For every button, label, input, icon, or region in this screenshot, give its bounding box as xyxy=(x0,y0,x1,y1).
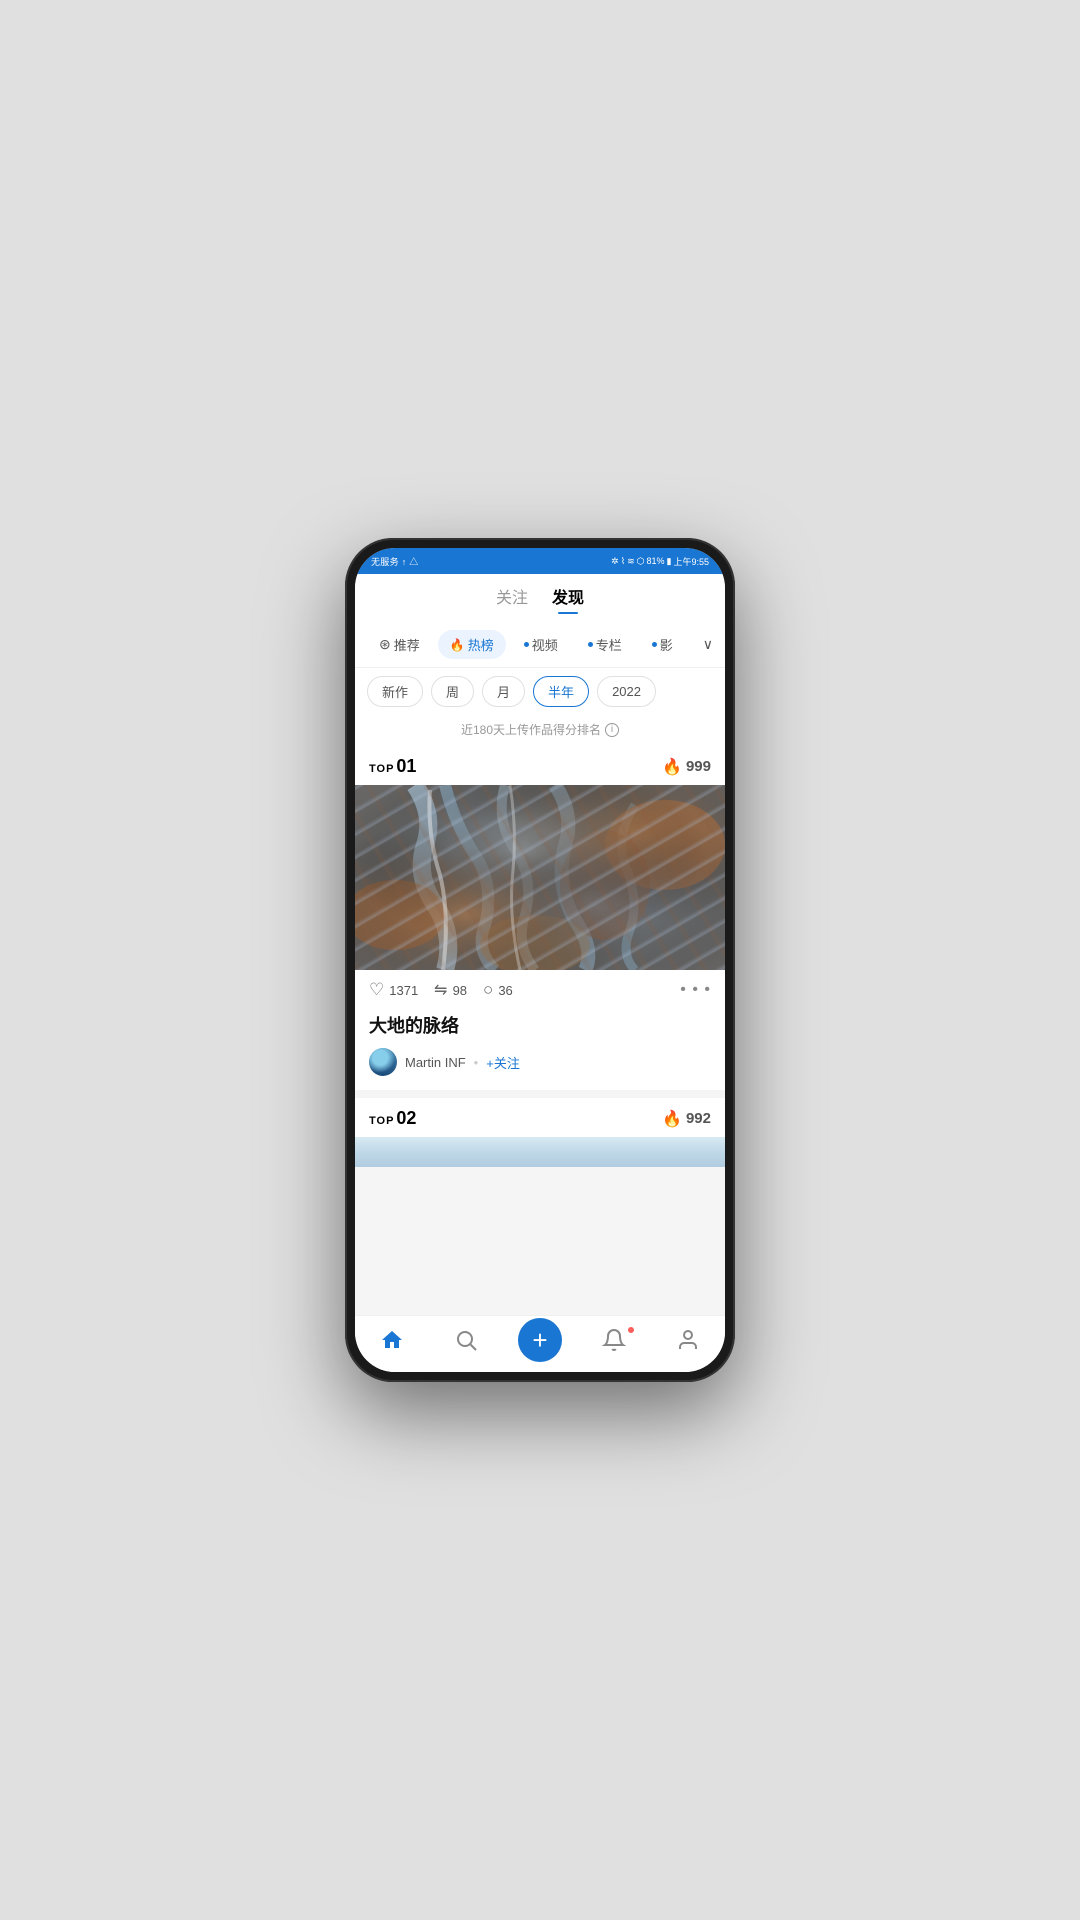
status-right: ✲ ⌇ ≋ ⬡ 81% ▮ 上午9:55 xyxy=(611,555,709,568)
time-btn-new[interactable]: 新作 xyxy=(367,676,423,707)
notification-badge xyxy=(627,1326,635,1334)
like-action[interactable]: ♡ 1371 xyxy=(369,980,418,1000)
bottom-nav: + xyxy=(355,1315,725,1372)
home-icon xyxy=(380,1328,404,1358)
battery-icon: ▮ xyxy=(667,556,672,567)
rank-number-2: 02 xyxy=(396,1108,416,1129)
battery-percent: 81% xyxy=(647,556,665,566)
author-name-1[interactable]: Martin INF xyxy=(405,1055,466,1070)
time-filter: 新作 周 月 半年 2022 xyxy=(355,668,725,715)
rank-score-1: 🔥 999 xyxy=(662,757,711,777)
nav-search[interactable] xyxy=(441,1328,491,1358)
rank-score-2: 🔥 992 xyxy=(662,1109,711,1129)
status-left: 无服务 ↑ △ xyxy=(371,555,419,568)
author-row-1: Martin INF • +关注 xyxy=(369,1048,711,1076)
rank-header-2: TOP 02 🔥 992 xyxy=(355,1098,725,1137)
comment-action[interactable]: ○ 36 xyxy=(483,980,513,1000)
tab-follow[interactable]: 关注 xyxy=(496,584,528,614)
more-options[interactable]: • • • xyxy=(680,981,711,999)
wifi-icon: ≋ xyxy=(627,556,635,567)
post-info-1: 大地的脉络 Martin INF • +关注 xyxy=(355,1010,725,1090)
flame-icon-2: 🔥 xyxy=(662,1109,682,1129)
rank-number-1: 01 xyxy=(396,756,416,777)
heart-icon: ♡ xyxy=(369,980,384,1000)
cat-tab-column[interactable]: 专栏 xyxy=(576,630,634,659)
fire-icon: 🔥 xyxy=(450,638,465,652)
like-count: 1371 xyxy=(389,983,418,998)
video-dot xyxy=(524,642,529,647)
post-image-1[interactable] xyxy=(355,785,725,970)
info-icon[interactable]: i xyxy=(605,723,619,737)
post-card-2: TOP 02 🔥 992 xyxy=(355,1098,725,1167)
share-action[interactable]: ⇌ 98 xyxy=(434,980,467,1000)
cat-tab-shadow[interactable]: 影 xyxy=(640,630,685,659)
cat-tab-hot[interactable]: 🔥 热榜 xyxy=(438,630,506,659)
time-btn-week[interactable]: 周 xyxy=(431,676,474,707)
profile-icon xyxy=(676,1328,700,1358)
nav-notification[interactable] xyxy=(589,1328,639,1358)
comment-icon: ○ xyxy=(483,980,493,1000)
follow-button-1[interactable]: +关注 xyxy=(486,1053,520,1072)
time-btn-month[interactable]: 月 xyxy=(482,676,525,707)
tab-discover[interactable]: 发现 xyxy=(552,584,584,614)
author-separator: • xyxy=(474,1055,479,1070)
score-value-2: 992 xyxy=(686,1110,711,1127)
avatar-image xyxy=(369,1048,397,1076)
share-icon: ⇌ xyxy=(434,980,447,1000)
top-text: TOP xyxy=(369,763,394,775)
score-value-1: 999 xyxy=(686,758,711,775)
shadow-dot xyxy=(652,642,657,647)
search-icon xyxy=(454,1328,478,1358)
share-count: 98 xyxy=(453,983,467,998)
photo-overlay xyxy=(355,785,725,970)
aerial-photo-1 xyxy=(355,785,725,970)
notification-icon xyxy=(602,1328,626,1358)
nav-profile[interactable] xyxy=(663,1328,713,1358)
add-button[interactable]: + xyxy=(518,1318,562,1362)
nav-add[interactable]: + xyxy=(515,1324,565,1362)
flame-icon-1: 🔥 xyxy=(662,757,682,777)
top-text-2: TOP xyxy=(369,1115,394,1127)
more-categories-icon[interactable]: ∨ xyxy=(703,636,713,653)
header: 关注 发现 xyxy=(355,574,725,622)
header-tabs: 关注 发现 xyxy=(355,584,725,622)
vibrate-icon: ⌇ xyxy=(621,556,625,567)
recommend-icon: ⊛ xyxy=(379,636,391,653)
time-btn-2022[interactable]: 2022 xyxy=(597,676,656,707)
bluetooth-icon: ✲ xyxy=(611,556,619,567)
content[interactable]: TOP 01 🔥 999 xyxy=(355,746,725,1315)
column-dot xyxy=(588,642,593,647)
post-image-2-preview[interactable] xyxy=(355,1137,725,1167)
volume-button xyxy=(734,698,735,733)
cat-tab-video[interactable]: 视频 xyxy=(512,630,570,659)
time: 上午9:55 xyxy=(673,555,709,568)
rank-label-2: TOP 02 xyxy=(369,1108,416,1129)
post-title-1: 大地的脉络 xyxy=(369,1012,711,1038)
time-btn-halfyear[interactable]: 半年 xyxy=(533,676,589,707)
cellular-icon: ⬡ xyxy=(637,556,645,567)
category-tabs: ⊛ 推荐 🔥 热榜 视频 专栏 影 ∨ xyxy=(355,622,725,668)
phone-shell: 无服务 ↑ △ ✲ ⌇ ≋ ⬡ 81% ▮ 上午9:55 关注 发现 ⊛ 推荐 xyxy=(345,538,735,1382)
status-bar: 无服务 ↑ △ ✲ ⌇ ≋ ⬡ 81% ▮ 上午9:55 xyxy=(355,548,725,574)
phone-screen: 无服务 ↑ △ ✲ ⌇ ≋ ⬡ 81% ▮ 上午9:55 关注 发现 ⊛ 推荐 xyxy=(355,548,725,1372)
action-bar-1: ♡ 1371 ⇌ 98 ○ 36 • • • xyxy=(355,970,725,1010)
cat-tab-recommend[interactable]: ⊛ 推荐 xyxy=(367,630,432,659)
rank-label-1: TOP 01 xyxy=(369,756,416,777)
comment-count: 36 xyxy=(498,983,512,998)
subtitle: 近180天上传作品得分排名 i xyxy=(355,715,725,746)
post-card-1: TOP 01 🔥 999 xyxy=(355,746,725,1090)
author-avatar-1[interactable] xyxy=(369,1048,397,1076)
rank-header-1: TOP 01 🔥 999 xyxy=(355,746,725,785)
nav-home[interactable] xyxy=(367,1328,417,1358)
